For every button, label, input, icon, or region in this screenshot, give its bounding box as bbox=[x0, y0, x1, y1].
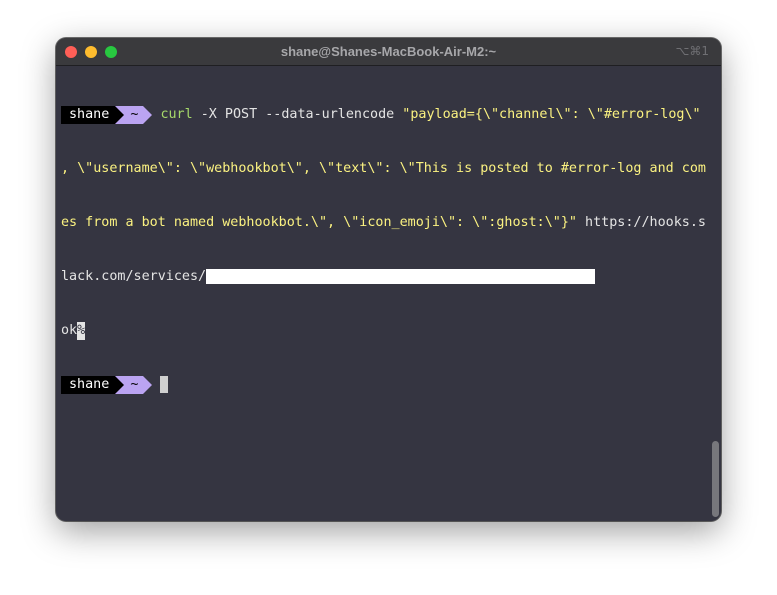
prompt-user: shane bbox=[61, 106, 116, 124]
payload-string-3: es from a bot named webhookbot.\", \"ico… bbox=[61, 215, 577, 230]
command-program: curl bbox=[160, 107, 193, 122]
command-args: -X POST --data-urlencode bbox=[192, 107, 403, 122]
prompt-directory: ~ bbox=[124, 106, 144, 124]
prompt-separator bbox=[115, 376, 125, 394]
prompt-end-arrow bbox=[143, 376, 153, 394]
no-newline-marker: % bbox=[77, 322, 86, 340]
window-shortcut: ⌥⌘1 bbox=[675, 44, 709, 58]
command-line-1: shane ~ curl -X POST --data-urlencode "pa… bbox=[61, 106, 711, 124]
terminal-content[interactable]: shane ~ curl -X POST --data-urlencode "pa… bbox=[61, 70, 711, 430]
terminal-window: shane@Shanes-MacBook-Air-M2:~ ⌥⌘1 shane ~… bbox=[56, 38, 721, 521]
prompt-end-arrow bbox=[143, 106, 153, 124]
text-cursor bbox=[160, 376, 169, 393]
prompt-separator bbox=[115, 106, 125, 124]
output-line: ok% bbox=[61, 322, 711, 340]
payload-string-2: , \"username\": \"webhookbot\", \"text\"… bbox=[61, 161, 706, 176]
title-bar[interactable]: shane@Shanes-MacBook-Air-M2:~ ⌥⌘1 bbox=[56, 38, 721, 66]
url-part-2: lack.com/services/ bbox=[61, 269, 207, 284]
redacted-url bbox=[206, 269, 596, 284]
url-part-1: https://hooks.s bbox=[576, 215, 706, 230]
prompt: shane ~ bbox=[61, 376, 153, 394]
payload-string-1: "payload={\"channel\": \"#error-log\" bbox=[402, 107, 701, 122]
command-line-4: lack.com/services/ bbox=[61, 268, 711, 286]
window-title: shane@Shanes-MacBook-Air-M2:~ bbox=[280, 44, 497, 59]
response-text: ok bbox=[61, 323, 78, 338]
prompt: shane ~ bbox=[61, 106, 153, 124]
prompt-user: shane bbox=[61, 376, 116, 394]
scrollbar-thumb[interactable] bbox=[712, 441, 719, 517]
command-line-3: es from a bot named webhookbot.\", \"ico… bbox=[61, 214, 711, 232]
current-prompt-line: shane ~ bbox=[61, 376, 711, 394]
prompt-directory: ~ bbox=[124, 376, 144, 394]
command-line-2: , \"username\": \"webhookbot\", \"text\"… bbox=[61, 160, 711, 178]
